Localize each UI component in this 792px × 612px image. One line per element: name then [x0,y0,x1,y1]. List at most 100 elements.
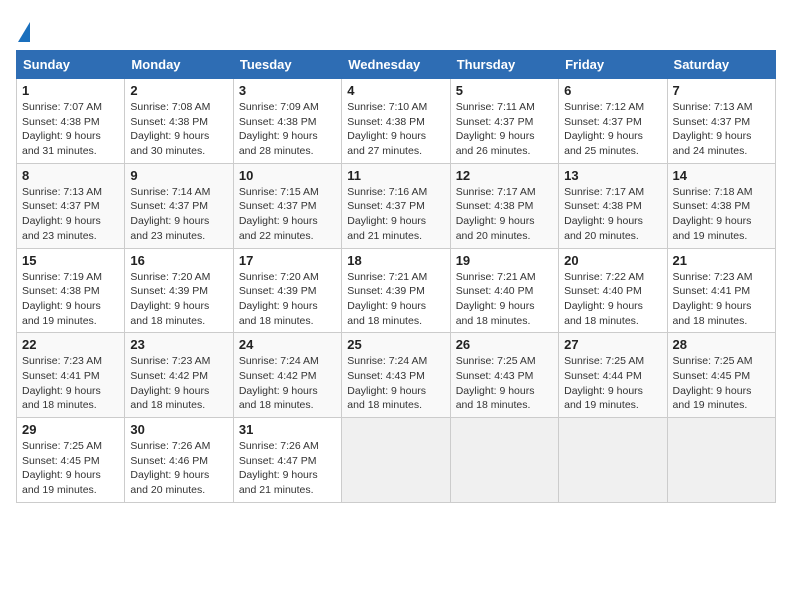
column-header-friday: Friday [559,51,667,79]
day-info: Sunrise: 7:24 AMSunset: 4:42 PMDaylight:… [239,355,319,411]
calendar-cell: 6Sunrise: 7:12 AMSunset: 4:37 PMDaylight… [559,79,667,164]
day-number: 9 [130,168,227,183]
day-info: Sunrise: 7:19 AMSunset: 4:38 PMDaylight:… [22,271,102,327]
day-info: Sunrise: 7:25 AMSunset: 4:44 PMDaylight:… [564,355,644,411]
calendar-cell: 7 Sunrise: 7:13 AMSunset: 4:37 PMDaylight… [667,79,775,164]
day-info: Sunrise: 7:21 AMSunset: 4:39 PMDaylight:… [347,271,427,327]
calendar-cell: 26 Sunrise: 7:25 AMSunset: 4:43 PMDayligh… [450,333,558,418]
day-number: 28 [673,337,770,352]
calendar-cell: 24 Sunrise: 7:24 AMSunset: 4:42 PMDayligh… [233,333,341,418]
day-number: 16 [130,253,227,268]
day-info: Sunrise: 7:09 AMSunset: 4:38 PMDaylight:… [239,101,319,157]
calendar-week-row: 8 Sunrise: 7:13 AMSunset: 4:37 PMDaylight… [17,163,776,248]
column-header-thursday: Thursday [450,51,558,79]
calendar-cell: 18Sunrise: 7:21 AMSunset: 4:39 PMDayligh… [342,248,450,333]
calendar-cell [667,418,775,503]
day-number: 30 [130,422,227,437]
calendar-cell: 27 Sunrise: 7:25 AMSunset: 4:44 PMDayligh… [559,333,667,418]
day-number: 29 [22,422,119,437]
column-header-monday: Monday [125,51,233,79]
calendar-header-row: SundayMondayTuesdayWednesdayThursdayFrid… [17,51,776,79]
day-number: 22 [22,337,119,352]
day-number: 21 [673,253,770,268]
calendar-cell: 21 Sunrise: 7:23 AMSunset: 4:41 PMDayligh… [667,248,775,333]
day-number: 10 [239,168,336,183]
calendar-cell: 1 Sunrise: 7:07 AMSunset: 4:38 PMDaylight… [17,79,125,164]
calendar-cell: 8 Sunrise: 7:13 AMSunset: 4:37 PMDaylight… [17,163,125,248]
day-info: Sunrise: 7:20 AMSunset: 4:39 PMDaylight:… [239,271,319,327]
day-number: 25 [347,337,444,352]
day-number: 7 [673,83,770,98]
day-info: Sunrise: 7:23 AMSunset: 4:42 PMDaylight:… [130,355,210,411]
calendar-cell: 14 Sunrise: 7:18 AMSunset: 4:38 PMDayligh… [667,163,775,248]
day-info: Sunrise: 7:14 AMSunset: 4:37 PMDaylight:… [130,186,210,242]
calendar-week-row: 29 Sunrise: 7:25 AMSunset: 4:45 PMDayligh… [17,418,776,503]
day-info: Sunrise: 7:24 AMSunset: 4:43 PMDaylight:… [347,355,427,411]
day-info: Sunrise: 7:11 AMSunset: 4:37 PMDaylight:… [456,101,535,157]
day-info: Sunrise: 7:25 AMSunset: 4:45 PMDaylight:… [22,440,102,496]
day-info: Sunrise: 7:22 AMSunset: 4:40 PMDaylight:… [564,271,644,327]
calendar-cell: 3Sunrise: 7:09 AMSunset: 4:38 PMDaylight… [233,79,341,164]
day-info: Sunrise: 7:12 AMSunset: 4:37 PMDaylight:… [564,101,644,157]
calendar-cell: 11Sunrise: 7:16 AMSunset: 4:37 PMDayligh… [342,163,450,248]
day-number: 19 [456,253,553,268]
day-info: Sunrise: 7:13 AMSunset: 4:37 PMDaylight:… [673,101,753,157]
calendar-cell: 22 Sunrise: 7:23 AMSunset: 4:41 PMDayligh… [17,333,125,418]
day-number: 1 [22,83,119,98]
calendar-cell [342,418,450,503]
calendar-week-row: 15 Sunrise: 7:19 AMSunset: 4:38 PMDayligh… [17,248,776,333]
calendar-week-row: 22 Sunrise: 7:23 AMSunset: 4:41 PMDayligh… [17,333,776,418]
calendar-cell [559,418,667,503]
calendar-cell: 17Sunrise: 7:20 AMSunset: 4:39 PMDayligh… [233,248,341,333]
day-info: Sunrise: 7:08 AMSunset: 4:38 PMDaylight:… [130,101,210,157]
day-info: Sunrise: 7:13 AMSunset: 4:37 PMDaylight:… [22,186,102,242]
day-number: 13 [564,168,661,183]
day-number: 8 [22,168,119,183]
day-info: Sunrise: 7:23 AMSunset: 4:41 PMDaylight:… [22,355,102,411]
column-header-sunday: Sunday [17,51,125,79]
calendar-cell: 20 Sunrise: 7:22 AMSunset: 4:40 PMDayligh… [559,248,667,333]
logo [16,22,30,40]
calendar-cell: 5 Sunrise: 7:11 AMSunset: 4:37 PMDaylight… [450,79,558,164]
day-number: 31 [239,422,336,437]
day-info: Sunrise: 7:25 AMSunset: 4:43 PMDaylight:… [456,355,536,411]
calendar-cell: 16 Sunrise: 7:20 AMSunset: 4:39 PMDayligh… [125,248,233,333]
calendar-cell: 28 Sunrise: 7:25 AMSunset: 4:45 PMDayligh… [667,333,775,418]
day-number: 14 [673,168,770,183]
calendar-week-row: 1 Sunrise: 7:07 AMSunset: 4:38 PMDaylight… [17,79,776,164]
calendar-cell: 30 Sunrise: 7:26 AMSunset: 4:46 PMDayligh… [125,418,233,503]
day-number: 23 [130,337,227,352]
column-header-saturday: Saturday [667,51,775,79]
day-number: 24 [239,337,336,352]
header [16,16,776,40]
day-number: 26 [456,337,553,352]
calendar-cell: 10 Sunrise: 7:15 AMSunset: 4:37 PMDayligh… [233,163,341,248]
calendar-cell: 2Sunrise: 7:08 AMSunset: 4:38 PMDaylight… [125,79,233,164]
calendar-cell: 23 Sunrise: 7:23 AMSunset: 4:42 PMDayligh… [125,333,233,418]
day-number: 4 [347,83,444,98]
calendar-cell: 31 Sunrise: 7:26 AMSunset: 4:47 PMDayligh… [233,418,341,503]
calendar-cell [450,418,558,503]
day-info: Sunrise: 7:26 AMSunset: 4:47 PMDaylight:… [239,440,319,496]
calendar-cell: 13 Sunrise: 7:17 AMSunset: 4:38 PMDayligh… [559,163,667,248]
day-info: Sunrise: 7:15 AMSunset: 4:37 PMDaylight:… [239,186,319,242]
day-number: 27 [564,337,661,352]
calendar-cell: 25 Sunrise: 7:24 AMSunset: 4:43 PMDayligh… [342,333,450,418]
day-number: 15 [22,253,119,268]
day-info: Sunrise: 7:16 AMSunset: 4:37 PMDaylight:… [347,186,427,242]
day-info: Sunrise: 7:21 AMSunset: 4:40 PMDaylight:… [456,271,536,327]
day-info: Sunrise: 7:20 AMSunset: 4:39 PMDaylight:… [130,271,210,327]
calendar-cell: 12Sunrise: 7:17 AMSunset: 4:38 PMDayligh… [450,163,558,248]
column-header-wednesday: Wednesday [342,51,450,79]
day-info: Sunrise: 7:18 AMSunset: 4:38 PMDaylight:… [673,186,753,242]
day-info: Sunrise: 7:26 AMSunset: 4:46 PMDaylight:… [130,440,210,496]
day-info: Sunrise: 7:23 AMSunset: 4:41 PMDaylight:… [673,271,753,327]
day-info: Sunrise: 7:17 AMSunset: 4:38 PMDaylight:… [564,186,644,242]
day-info: Sunrise: 7:07 AMSunset: 4:38 PMDaylight:… [22,101,102,157]
day-info: Sunrise: 7:25 AMSunset: 4:45 PMDaylight:… [673,355,753,411]
day-number: 5 [456,83,553,98]
calendar-cell: 15 Sunrise: 7:19 AMSunset: 4:38 PMDayligh… [17,248,125,333]
calendar-cell: 4Sunrise: 7:10 AMSunset: 4:38 PMDaylight… [342,79,450,164]
day-number: 20 [564,253,661,268]
calendar-cell: 19 Sunrise: 7:21 AMSunset: 4:40 PMDayligh… [450,248,558,333]
